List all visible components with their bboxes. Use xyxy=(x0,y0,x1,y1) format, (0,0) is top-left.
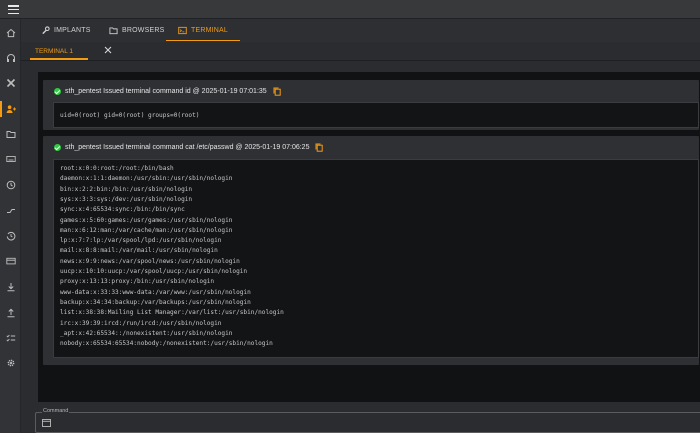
output-line: uucp:x:10:10:uucp:/var/spool/uucp:/usr/s… xyxy=(60,268,248,275)
output-line: irc:x:39:39:ircd:/run/ircd:/usr/sbin/nol… xyxy=(60,319,222,327)
entry-header-text: sth_pentest Issued terminal command id @… xyxy=(65,87,267,95)
command-entry: sth_pentest Issued terminal command cat … xyxy=(43,136,699,365)
output-line: list:x:38:38:Mailing List Manager:/var/l… xyxy=(60,309,284,317)
terminal-output-panel[interactable]: sth_pentest Issued terminal command id @… xyxy=(38,72,700,402)
sidebar xyxy=(0,19,21,433)
success-check-icon xyxy=(54,87,61,95)
output-line: bin:x:2:2:bin:/bin:/usr/sbin/nologin xyxy=(60,185,193,193)
terminal-subtabs: TERMINAL 1 xyxy=(21,42,700,61)
output-line: nobody:x:65534:65534:nobody:/nonexistent… xyxy=(60,340,273,348)
sidebar-item-tools[interactable] xyxy=(0,72,21,94)
menu-icon[interactable] xyxy=(8,5,19,15)
sidebar-item-keyboard[interactable] xyxy=(0,148,21,170)
sidebar-item-headphones[interactable] xyxy=(0,47,21,69)
sidebar-item-settings[interactable] xyxy=(0,352,21,374)
checklist-icon xyxy=(5,334,15,342)
folder-icon xyxy=(109,27,118,35)
tools-icon xyxy=(6,78,15,88)
sidebar-item-home[interactable] xyxy=(0,22,21,44)
command-field-label: Command xyxy=(42,408,70,415)
command-output: uid=0(root) gid=0(root) groups=0(root) xyxy=(53,102,699,128)
tab-label: BROWSERS xyxy=(122,27,165,34)
close-icon[interactable] xyxy=(103,45,113,55)
output-line: sync:x:4:65534:sync:/bin:/bin/sync xyxy=(60,206,185,214)
output-line: sys:x:3:3:sys:/dev:/usr/sbin/nologin xyxy=(60,195,193,203)
home-icon xyxy=(6,28,15,38)
settings-icon xyxy=(7,359,14,367)
clock-icon xyxy=(6,180,15,190)
sidebar-item-users[interactable] xyxy=(0,98,21,120)
success-check-icon xyxy=(54,143,61,151)
upload-icon xyxy=(7,308,14,318)
entry-header: sth_pentest Issued terminal command id @… xyxy=(54,85,281,97)
entry-header-text: sth_pentest Issued terminal command cat … xyxy=(65,143,310,151)
sidebar-item-download[interactable] xyxy=(0,276,21,298)
terminal-icon xyxy=(42,419,51,427)
sidebar-item-history[interactable] xyxy=(0,225,21,247)
users-icon xyxy=(6,105,16,113)
sidebar-item-route[interactable] xyxy=(0,200,21,222)
output-line: man:x:6:12:man:/var/cache/man:/usr/sbin/… xyxy=(60,226,233,234)
output-line: proxy:x:13:13:proxy:/bin:/usr/sbin/nolog… xyxy=(60,278,215,286)
sidebar-item-checklist[interactable] xyxy=(0,327,21,349)
terminal-icon xyxy=(178,26,187,35)
headphones-icon xyxy=(6,54,15,62)
output-line: root:x:0:0:root:/root:/bin/bash xyxy=(60,165,174,172)
history-icon xyxy=(6,231,15,241)
output-line: _apt:x:42:65534::/nonexistent:/usr/sbin/… xyxy=(60,329,233,337)
sidebar-item-clock[interactable] xyxy=(0,174,21,196)
tab-label: IMPLANTS xyxy=(54,27,91,34)
card-icon xyxy=(5,257,16,265)
output-line: backup:x:34:34:backup:/var/backups:/usr/… xyxy=(60,298,251,306)
active-subtab-indicator xyxy=(30,58,88,60)
sidebar-item-upload[interactable] xyxy=(0,302,21,324)
tab-label: TERMINAL xyxy=(191,27,228,34)
top-bar xyxy=(0,0,700,19)
copy-icon[interactable] xyxy=(273,87,281,96)
main-tabs: IMPLANTS BROWSERS TERMINAL xyxy=(21,19,700,42)
copy-icon[interactable] xyxy=(315,143,324,152)
output-line: uid=0(root) gid=0(root) groups=0(root) xyxy=(60,112,200,119)
tab-implants[interactable]: IMPLANTS xyxy=(41,19,91,42)
output-line: news:x:9:9:news:/var/spool/news:/usr/sbi… xyxy=(60,257,240,265)
output-line: daemon:x:1:1:daemon:/usr/sbin:/usr/sbin/… xyxy=(60,175,233,183)
sidebar-item-card[interactable] xyxy=(0,250,21,272)
sidebar-item-files[interactable] xyxy=(0,123,21,145)
download-icon xyxy=(7,283,14,292)
route-icon xyxy=(6,209,15,213)
subtab-label: TERMINAL 1 xyxy=(35,47,74,55)
tab-browsers[interactable]: BROWSERS xyxy=(109,19,164,42)
output-line: lp:x:7:7:lp:/var/spool/lpd:/usr/sbin/nol… xyxy=(60,237,222,245)
entry-header: sth_pentest Issued terminal command cat … xyxy=(54,141,324,153)
command-field[interactable]: Command xyxy=(35,408,700,433)
wrench-icon xyxy=(42,26,50,35)
keyboard-icon xyxy=(5,156,16,162)
command-entry: sth_pentest Issued terminal command id @… xyxy=(43,80,699,130)
command-output: root:x:0:0:root:/root:/bin/bash daemon:x:… xyxy=(53,159,699,358)
folder-icon xyxy=(6,131,15,138)
output-line: www-data:x:33:33:www-data:/var/www:/usr/… xyxy=(60,288,251,296)
output-line: games:x:5:60:games:/usr/games:/usr/sbin/… xyxy=(60,216,233,224)
output-line: mail:x:8:8:mail:/var/mail:/usr/sbin/nolo… xyxy=(60,247,218,255)
tab-terminal[interactable]: TERMINAL xyxy=(166,19,240,42)
